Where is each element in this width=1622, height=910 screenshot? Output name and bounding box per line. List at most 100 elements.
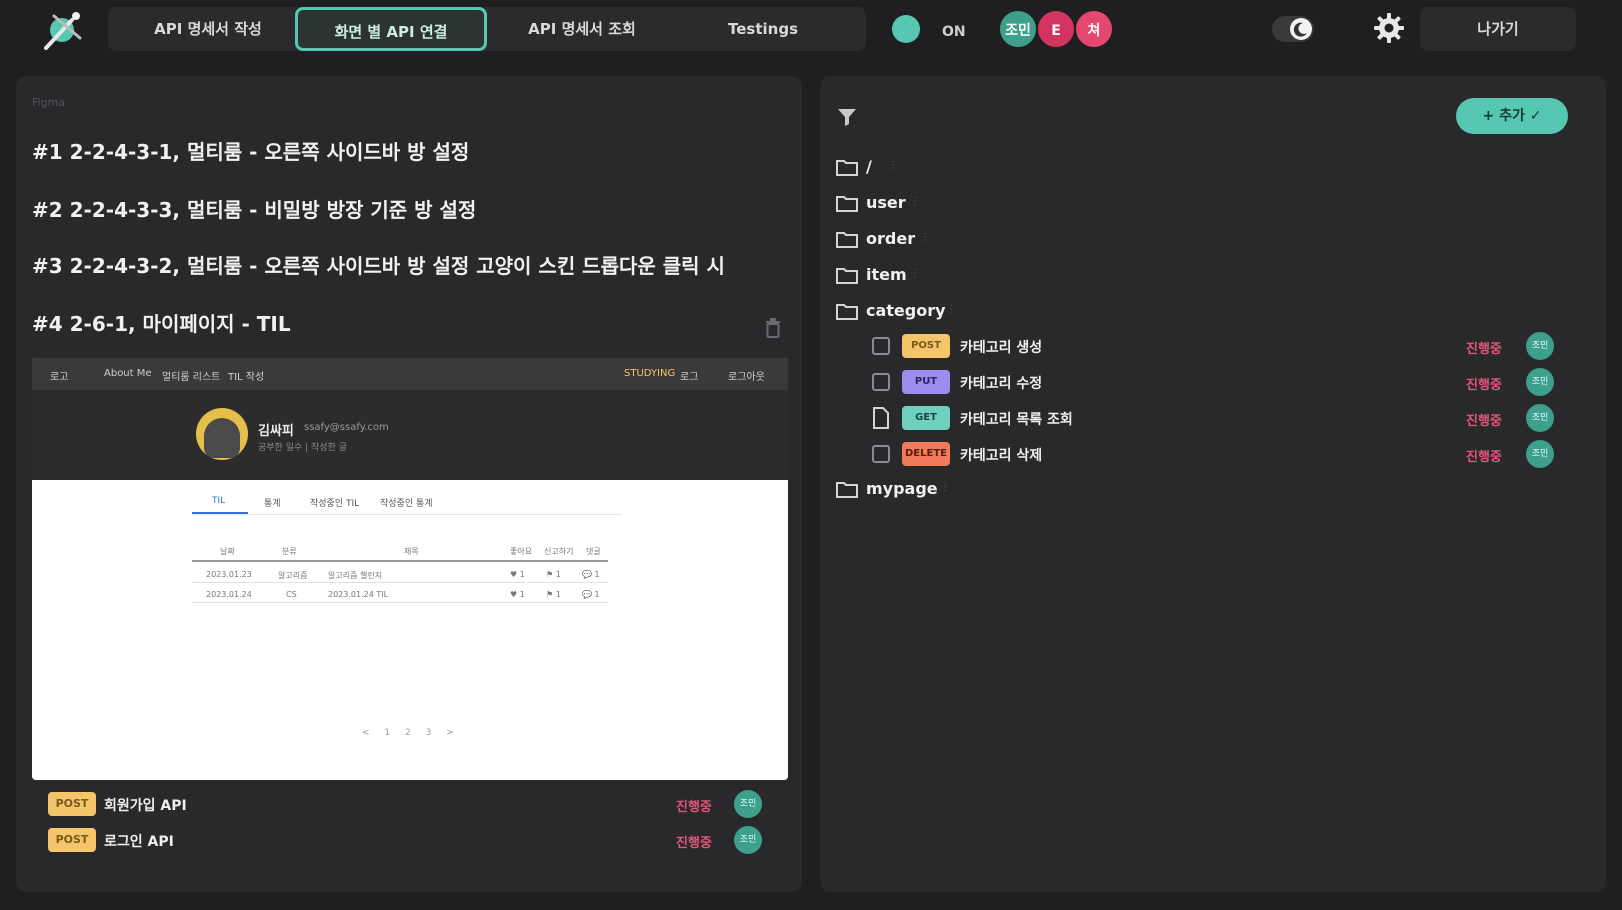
preview-th: 분류 (282, 547, 297, 556)
preview-nav-item: 로그 (680, 372, 699, 383)
preview-table-rule (192, 560, 608, 562)
preview-tab: 작성중인 TIL (310, 499, 360, 509)
api-row[interactable]: POST 회원가입 API 진행중 조민 (48, 790, 762, 820)
preview-email: ssafy@ssafy.com (304, 422, 389, 433)
preview-th: 좋아요 (510, 547, 533, 556)
avatar-user-1[interactable]: 조민 (998, 9, 1038, 49)
api-row[interactable]: DELETE 카테고리 삭제 진행중 조민 (872, 440, 1554, 468)
api-checkbox[interactable] (872, 337, 890, 355)
api-name: 카테고리 삭제 (960, 448, 1043, 464)
more-icon[interactable]: ⋮ (910, 196, 920, 207)
method-badge: POST (48, 792, 96, 816)
preview-divider (192, 514, 622, 515)
api-state: 진행중 (1466, 378, 1502, 393)
folder-name: order (866, 229, 916, 248)
filter-icon[interactable] (836, 106, 858, 128)
folder-name: item (866, 265, 907, 284)
api-checkbox[interactable] (872, 445, 890, 463)
online-status-dot (892, 15, 920, 43)
trash-icon[interactable] (764, 318, 782, 338)
api-name: 카테고리 목록 조회 (960, 412, 1073, 428)
comment-item[interactable]: #3 2-2-4-3-2, 멀티룸 - 오른쪽 사이드바 방 설정 고양이 스킨… (32, 250, 725, 279)
folder-icon (836, 160, 858, 176)
preview-pagination: < 1 2 3 > (362, 728, 460, 738)
satellite-logo-icon[interactable] (36, 8, 88, 54)
owner-avatar[interactable]: 조민 (1526, 404, 1554, 432)
add-api-button[interactable]: + 추가 ✓ (1456, 98, 1568, 134)
tab-screen-api-link[interactable]: 화면 별 API 연결 (295, 7, 487, 51)
tab-testings[interactable]: Testings (678, 7, 848, 51)
method-badge: POST (48, 828, 96, 852)
preview-td: ♥ 1 (510, 570, 525, 579)
preview-td: 2023.01.24 (206, 590, 252, 599)
screen-preview[interactable]: 로고 About Me 멀티룸 리스트 TIL 작성 STUDYING 로그 로… (32, 358, 788, 780)
preview-nav-item: 로고 (50, 372, 69, 383)
preview-td: 💬 1 (582, 570, 600, 579)
preview-tab: TIL (212, 496, 226, 506)
preview-td: 2023.01.23 (206, 570, 252, 579)
theme-toggle[interactable] (1272, 16, 1314, 42)
preview-profile-header: 김싸피 ssafy@ssafy.com 공부한 일수 | 작성한 글 (32, 390, 788, 480)
api-state: 진행중 (676, 836, 712, 851)
comment-item[interactable]: #1 2-2-4-3-1, 멀티룸 - 오른쪽 사이드바 방 설정 (32, 136, 469, 165)
preview-nav-item: About Me (104, 368, 152, 379)
preview-nav-status: STUDYING (624, 368, 676, 379)
preview-body: TIL 통계 작성중인 TIL 작성중인 통계 날짜 분류 제목 좋아요 신고하… (32, 480, 788, 780)
preview-td: CS (286, 590, 297, 599)
preview-td: ⚑ 1 (546, 590, 561, 599)
comment-item[interactable]: #2 2-2-4-3-3, 멀티룸 - 비밀방 방장 기준 방 설정 (32, 194, 476, 223)
gear-icon[interactable] (1372, 11, 1406, 45)
preview-td: 2023.01.24 TIL (328, 590, 389, 599)
owner-avatar[interactable]: 조민 (1526, 440, 1554, 468)
more-icon[interactable]: ⋮ (920, 232, 930, 243)
preview-td: 💬 1 (582, 590, 600, 599)
preview-nav-item: 멀티룸 리스트 (162, 372, 221, 383)
preview-row-line (192, 602, 608, 603)
tab-api-write[interactable]: API 명세서 작성 (124, 7, 292, 51)
online-status-text: ON (942, 24, 966, 40)
api-tree-panel: + 추가 ✓ / ⋮ user ⋮ order ⋮ item ⋮ categor… (820, 76, 1606, 892)
more-icon[interactable]: ⋮ (946, 304, 956, 315)
api-state: 진행중 (1466, 450, 1502, 465)
more-icon[interactable]: ⋮ (940, 482, 950, 493)
method-badge: DELETE (902, 442, 950, 466)
more-icon[interactable]: ⋮ (910, 268, 920, 279)
cat-avatar-icon (204, 418, 240, 458)
api-row[interactable]: PUT 카테고리 수정 진행중 조민 (872, 368, 1554, 396)
owner-avatar[interactable]: 조민 (734, 790, 762, 818)
main-nav: API 명세서 작성 화면 별 API 연결 API 명세서 조회 Testin… (108, 7, 866, 51)
more-icon[interactable]: ⋮ (888, 160, 898, 171)
preview-row-line (192, 582, 608, 583)
folder-icon (836, 196, 858, 212)
preview-th: 날짜 (220, 547, 235, 556)
folder-icon (836, 232, 858, 248)
api-name: 회원가입 API (104, 798, 187, 814)
preview-nav-item: TIL 작성 (228, 372, 265, 383)
api-checkbox[interactable] (872, 373, 890, 391)
preview-td: ♥ 1 (510, 590, 525, 599)
folder-icon (836, 268, 858, 284)
owner-avatar[interactable]: 조민 (734, 826, 762, 854)
owner-avatar[interactable]: 조민 (1526, 368, 1554, 396)
moon-icon (1290, 18, 1312, 40)
exit-button[interactable]: 나가기 (1420, 7, 1576, 51)
preview-tab: 통계 (264, 499, 281, 509)
avatar-user-3[interactable]: 쳐 (1074, 9, 1114, 49)
screen-panel: Figma #1 2-2-4-3-1, 멀티룸 - 오른쪽 사이드바 방 설정 … (16, 76, 802, 892)
document-icon[interactable] (872, 407, 890, 429)
avatar-user-2[interactable]: E (1036, 9, 1076, 49)
preview-name: 김싸피 (258, 424, 294, 439)
preview-sub: 공부한 일수 | 작성한 글 (258, 443, 347, 453)
folder-name: / (866, 157, 872, 176)
api-row[interactable]: POST 로그인 API 진행중 조민 (48, 826, 762, 856)
api-row[interactable]: GET 카테고리 목록 조회 진행중 조민 (872, 404, 1554, 432)
comment-item[interactable]: #4 2-6-1, 마이페이지 - TIL (32, 308, 291, 337)
api-state: 진행중 (1466, 342, 1502, 357)
folder-open-icon (836, 304, 858, 320)
api-name: 카테고리 수정 (960, 376, 1043, 392)
owner-avatar[interactable]: 조민 (1526, 332, 1554, 360)
api-state: 진행중 (676, 800, 712, 815)
api-row[interactable]: POST 카테고리 생성 진행중 조민 (872, 332, 1554, 360)
preview-td: 알고리즘 챌린지 (328, 571, 383, 580)
tab-api-view[interactable]: API 명세서 조회 (494, 7, 670, 51)
